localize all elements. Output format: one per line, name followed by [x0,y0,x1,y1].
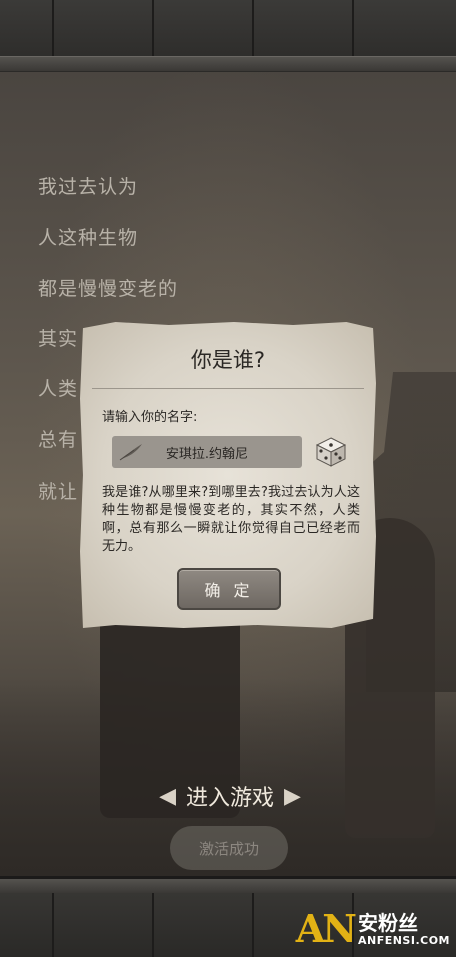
watermark-en: ANFENSI.COM [357,933,450,947]
arrow-left-icon: ◀ [159,783,176,809]
divider [92,388,364,389]
wood-plank [152,893,254,957]
wood-plank [152,0,254,56]
dialog-title: 你是谁? [190,348,266,372]
wood-plank [252,0,354,56]
activate-button[interactable]: 激活成功 [170,826,288,870]
poem-line: 就让 [38,481,79,503]
wood-plank [0,0,54,56]
wood-plank [52,0,154,56]
poem-line: 我过去认为 [38,176,139,198]
watermark: AN 安粉丝 ANFENSI.COM [296,910,450,948]
name-dialog: 你是谁? 请输入你的名字: 安琪拉.约翰尼 我是谁?从哪里来?到哪里去?我过去认… [80,322,376,628]
watermark-logo: AN [295,906,357,951]
watermark-cn: 安粉丝 [357,910,418,935]
poem-line: 人类 [38,378,79,400]
activate-label: 激活成功 [198,839,259,858]
confirm-label: 确 定 [204,581,254,600]
poem-line: 总有 [38,429,79,451]
quill-icon [119,444,142,461]
wood-rail [0,56,456,71]
wood-rail [0,879,456,893]
enter-game-button[interactable]: ◀ 进入游戏 ▶ [130,778,330,814]
name-prompt: 请输入你的名字: [102,410,198,425]
poem-line: 都是慢慢变老的 [38,278,179,300]
wood-plank [352,0,456,56]
name-value: 安琪拉.约翰尼 [165,446,249,462]
poem-line: 人这种生物 [38,227,139,249]
confirm-button[interactable]: 确 定 [177,568,281,610]
enter-game-label: 进入游戏 [185,786,274,811]
dialog-description: 我是谁?从哪里来?到哪里去?我过去认为人这种生物都是慢慢变老的，其实不然，人类啊… [102,485,360,554]
arrow-right-icon: ▶ [284,783,301,809]
wood-plank [0,893,54,957]
dice-icon[interactable] [314,436,348,468]
top-wood-frame [0,0,456,75]
name-input[interactable]: 安琪拉.约翰尼 [112,436,302,468]
wood-plank [52,893,154,957]
poem-line: 其实 [38,328,79,350]
